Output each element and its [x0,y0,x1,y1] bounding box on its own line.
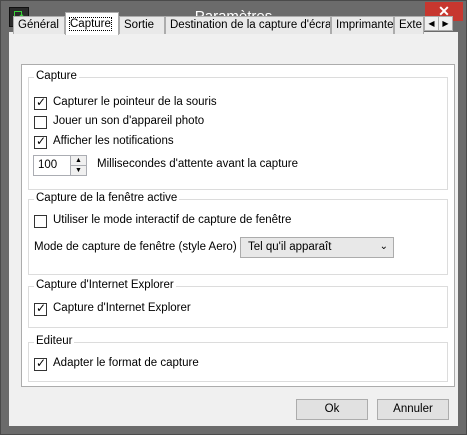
active-window-group: Capture de la fenêtre active Utiliser le… [28,192,448,275]
tab-general[interactable]: Général [13,16,65,34]
tab-extensions[interactable]: Exte [394,16,424,34]
editor-group-legend: Editeur [34,335,75,347]
tab-scroll-right-icon[interactable]: ▶ [438,16,453,31]
stepper-up-icon[interactable]: ▲ [70,156,86,166]
ie-capture-checkbox[interactable] [34,301,47,316]
window-capture-mode-label: Mode de capture de fenêtre (style Aero) [34,241,237,253]
tab-strip: Général Capture Sortie Destination de la… [13,12,453,35]
capture-delay-label: Millisecondes d'attente avant la capture [97,158,299,170]
tab-scroll-left-icon[interactable]: ◀ [424,16,439,31]
capture-pointer-label: Capturer le pointeur de la souris [53,96,217,108]
notifications-checkbox[interactable] [34,134,47,149]
ie-capture-group: Capture d'Internet Explorer Capture d'In… [28,279,448,328]
notifications-label: Afficher les notifications [53,135,174,147]
tab-capture[interactable]: Capture [65,12,119,35]
tab-destination[interactable]: Destination de la capture d'écran [165,16,331,34]
tab-label: Sortie [124,19,155,31]
tab-output[interactable]: Sortie [119,16,165,34]
chevron-down-icon: ⌄ [379,241,388,252]
adapt-format-label: Adapter le format de capture [53,357,199,369]
active-window-group-legend: Capture de la fenêtre active [34,192,180,204]
window-capture-mode-select[interactable]: Tel qu'il apparaît ⌄ [240,237,394,258]
tab-label: Exte [399,19,423,31]
tab-panel-capture: Capture Capturer le pointeur de la souri… [21,64,455,387]
ok-button[interactable]: Ok [296,399,368,420]
cancel-button[interactable]: Annuler [377,399,449,420]
capture-delay-stepper[interactable]: 100 ▲ ▼ [33,155,87,176]
ie-capture-label: Capture d'Internet Explorer [53,302,191,314]
stepper-down-icon[interactable]: ▼ [70,166,86,175]
capture-delay-value[interactable]: 100 [38,159,57,171]
ie-capture-group-legend: Capture d'Internet Explorer [34,279,176,291]
camera-sound-label: Jouer un son d'appareil photo [53,115,205,127]
interactive-mode-label: Utiliser le mode interactif de capture d… [53,214,292,226]
tab-label: Général [18,19,59,31]
interactive-mode-checkbox[interactable] [34,215,47,228]
adapt-format-checkbox[interactable] [34,356,47,371]
tab-label: Destination de la capture d'écran [170,19,331,31]
tab-label: Capture [69,17,112,31]
editor-group: Editeur Adapter le format de capture [28,335,448,382]
window-capture-mode-value: Tel qu'il apparaît [248,241,332,253]
camera-sound-checkbox[interactable] [34,116,47,129]
capture-pointer-checkbox[interactable] [34,95,47,110]
capture-group: Capture Capturer le pointeur de la souri… [28,70,448,190]
tab-label: Imprimante [336,19,394,31]
settings-window: Paramètres ✕ Général Capture Sortie Dest… [0,0,467,435]
capture-group-legend: Capture [34,70,79,82]
tab-printer[interactable]: Imprimante [331,16,394,34]
